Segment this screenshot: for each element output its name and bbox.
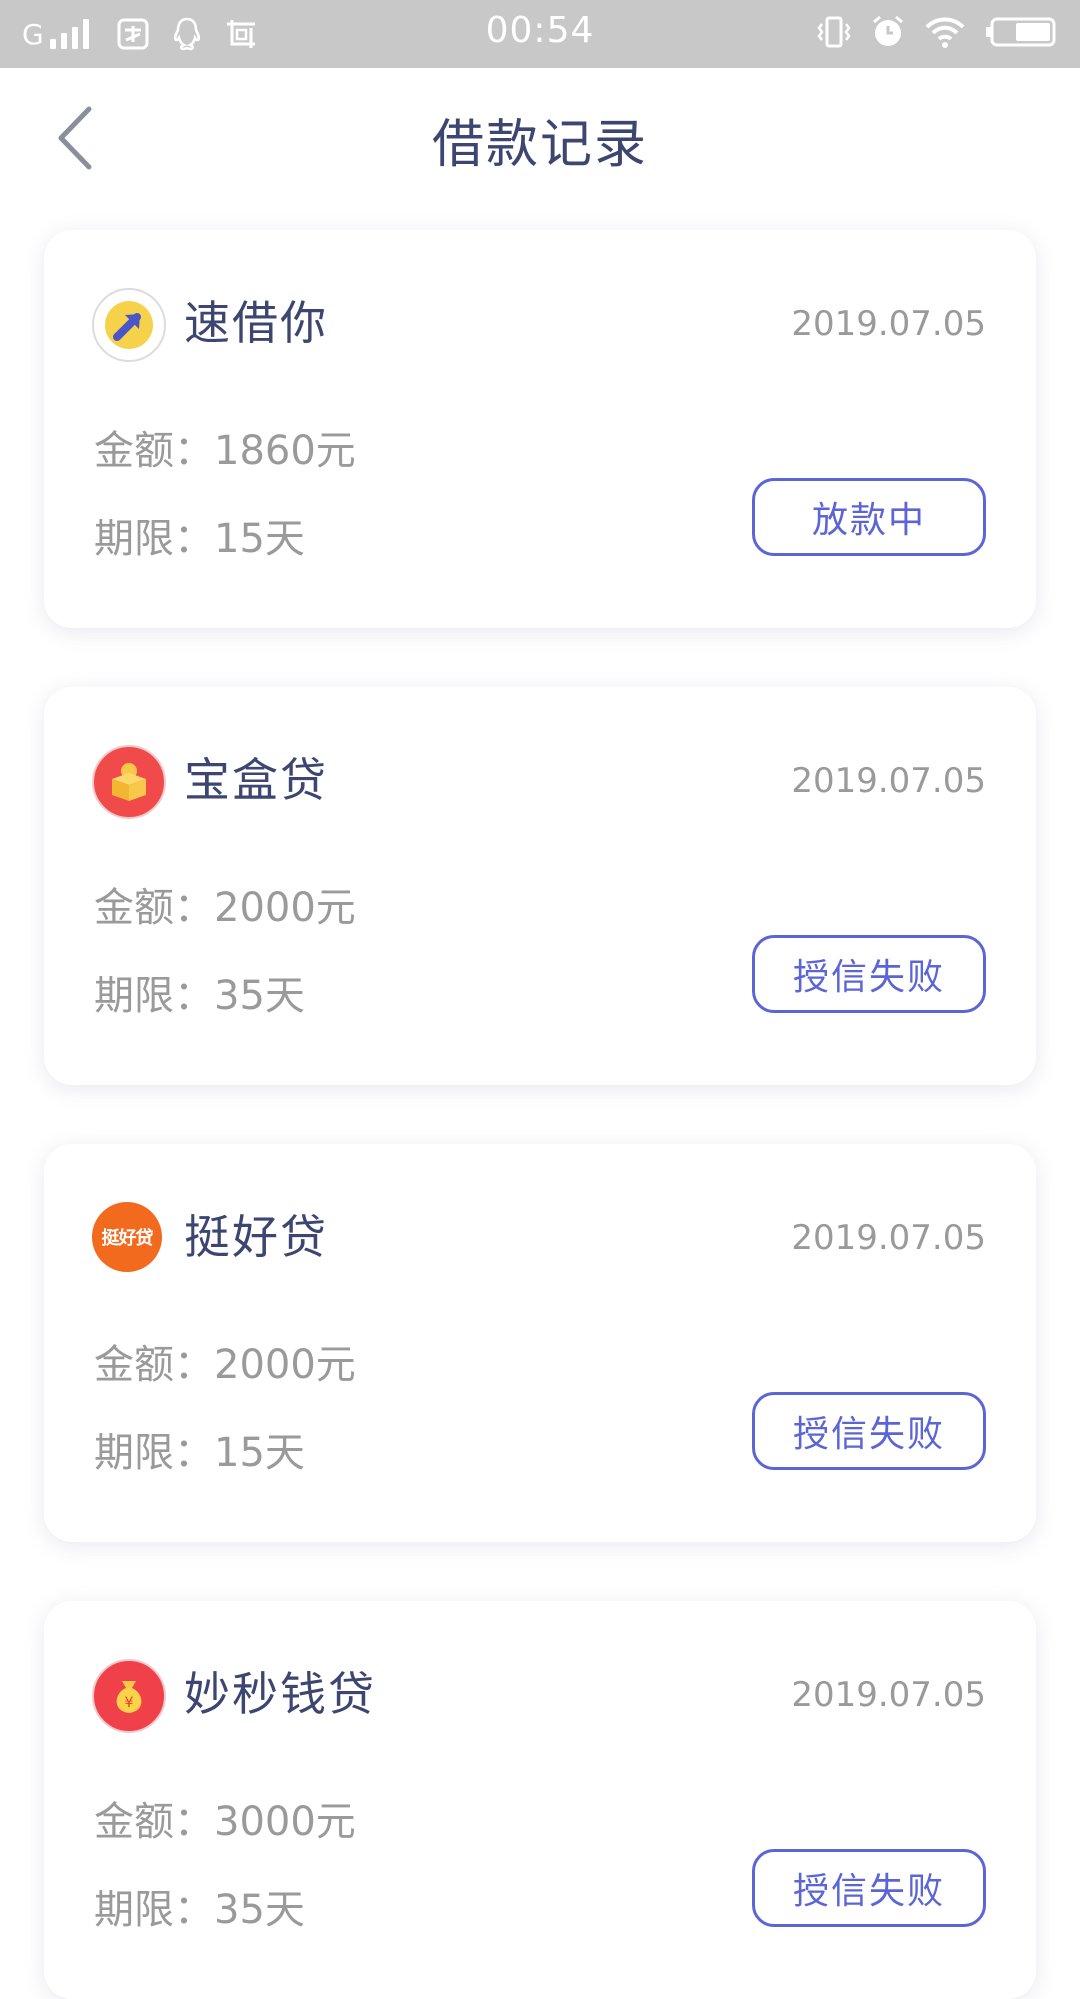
vibrate-icon — [816, 15, 852, 53]
loan-term: 期限：15天 — [94, 516, 305, 562]
loan-amount: 金额：1860元 — [94, 428, 356, 474]
app-logo-text: 挺好贷 — [101, 1228, 154, 1249]
status-button[interactable]: 授信失败 — [752, 1392, 986, 1470]
gift-box-icon — [112, 763, 146, 801]
record-date: 2019.07.05 — [791, 761, 986, 801]
battery-icon — [984, 15, 1058, 53]
loan-record-card[interactable]: 宝盒贷 2019.07.05 金额：2000元 期限：35天 授信失败 — [44, 687, 1036, 1085]
loan-record-card[interactable]: 挺好贷 挺好贷 2019.07.05 金额：2000元 期限：15天 授信失败 — [44, 1144, 1036, 1542]
status-button[interactable]: 授信失败 — [752, 1849, 986, 1927]
record-date: 2019.07.05 — [791, 304, 986, 344]
app-logo — [92, 745, 166, 819]
wifi-icon — [924, 15, 966, 53]
money-bag-icon: ¥ — [116, 1681, 142, 1713]
loan-term: 期限：35天 — [94, 973, 305, 1019]
app-name: 速借你 — [184, 296, 328, 350]
arrow-up-right-icon — [105, 301, 153, 349]
loan-term: 期限：35天 — [94, 1887, 305, 1933]
loan-amount: 金额：3000元 — [94, 1799, 356, 1845]
navigation-bar: 借款记录 — [0, 68, 1080, 204]
alarm-icon — [870, 14, 906, 54]
status-bar: G 00:54 — [0, 0, 1080, 68]
loan-amount: 金额：2000元 — [94, 1342, 356, 1388]
app-logo: 挺好贷 — [92, 1202, 162, 1272]
page-title: 借款记录 — [431, 115, 648, 175]
app-name: 挺好贷 — [184, 1210, 328, 1264]
loan-term: 期限：15天 — [94, 1430, 305, 1476]
loan-record-card[interactable]: ¥ 妙秒钱贷 2019.07.05 金额：3000元 期限：35天 授信失败 — [44, 1601, 1036, 1999]
loan-record-card[interactable]: 速借你 2019.07.05 金额：1860元 期限：15天 放款中 — [44, 230, 1036, 628]
record-date: 2019.07.05 — [791, 1675, 986, 1715]
status-button[interactable]: 放款中 — [752, 478, 986, 556]
app-logo: ¥ — [92, 1659, 166, 1733]
loan-amount: 金额：2000元 — [94, 885, 356, 931]
record-date: 2019.07.05 — [791, 1218, 986, 1258]
app-name: 妙秒钱贷 — [184, 1667, 376, 1721]
status-button[interactable]: 授信失败 — [752, 935, 986, 1013]
app-logo — [92, 288, 166, 362]
svg-text:¥: ¥ — [125, 1695, 134, 1711]
app-name: 宝盒贷 — [184, 753, 328, 807]
